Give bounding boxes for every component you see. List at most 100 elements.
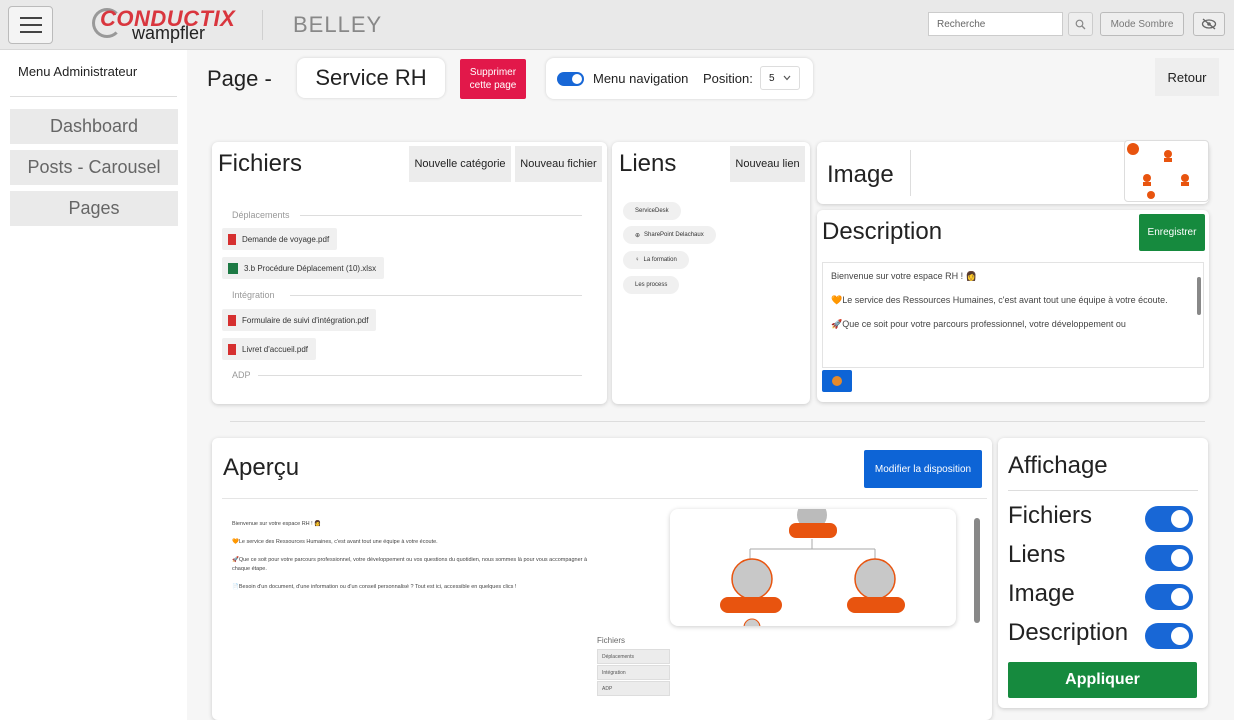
- image-title: Image: [827, 161, 894, 188]
- divider: [1008, 490, 1198, 491]
- position-label: Position:: [703, 71, 753, 86]
- site-name: BELLEY: [293, 12, 383, 37]
- divider: [300, 215, 582, 216]
- section-deplacements: Déplacements: [232, 210, 290, 220]
- preview-paragraph: 🚀Que ce soit pour votre parcours profess…: [232, 557, 588, 572]
- eye-slash-icon: [1201, 18, 1217, 30]
- display-label-image: Image: [1008, 580, 1075, 607]
- display-label-links: Liens: [1008, 541, 1066, 568]
- preview-files-title: Fichiers: [597, 636, 626, 645]
- save-button[interactable]: Enregistrer: [1139, 214, 1205, 251]
- excel-icon: [228, 262, 238, 274]
- modify-layout-button[interactable]: Modifier la disposition: [864, 450, 982, 488]
- page-name[interactable]: Service RH: [297, 58, 445, 98]
- org-chart-image-icon: [720, 500, 905, 636]
- preview-files-row: Intégration: [597, 665, 670, 680]
- delete-label-line2: cette page: [469, 80, 517, 91]
- search-input[interactable]: [928, 12, 1063, 36]
- pdf-icon: [228, 233, 236, 245]
- files-title: Fichiers: [218, 150, 303, 177]
- sidebar-item-posts-carousel[interactable]: Posts - Carousel: [10, 150, 178, 185]
- file-item[interactable]: Formulaire de suivi d'intégration.pdf: [222, 309, 377, 331]
- file-name: 3.b Procédure Déplacement (10).xlsx: [244, 263, 377, 273]
- file-name: Formulaire de suivi d'intégration.pdf: [242, 315, 369, 325]
- divider: [258, 375, 582, 376]
- divider: [222, 498, 987, 499]
- preview-title: Aperçu: [223, 454, 300, 481]
- link-item[interactable]: ServiceDesk: [623, 202, 681, 220]
- delete-label-line1: Supprimer: [469, 67, 517, 78]
- menu-icon[interactable]: [8, 6, 53, 44]
- image-toggle[interactable]: [1145, 584, 1193, 610]
- link-label: ServiceDesk: [635, 208, 669, 214]
- section-adp: ADP: [232, 370, 251, 380]
- section-integration: Intégration: [232, 290, 275, 300]
- description-editor[interactable]: Bienvenue sur votre espace RH ! 👩 🧡Le se…: [822, 262, 1204, 368]
- preview-paragraph: 🧡Le service des Ressources Humaines, c'e…: [232, 539, 438, 545]
- preview-files-row: Déplacements: [597, 649, 670, 664]
- logo[interactable]: CONDUCTIX wampfler: [92, 6, 235, 46]
- divider: [290, 295, 582, 296]
- description-toggle[interactable]: [1145, 623, 1193, 649]
- description-paragraph: Bienvenue sur votre espace RH ! 👩: [831, 271, 977, 281]
- page-label: Page -: [207, 66, 272, 91]
- file-item[interactable]: Demande de voyage.pdf: [222, 228, 338, 250]
- display-label-description: Description: [1008, 619, 1129, 646]
- new-link-button[interactable]: Nouveau lien: [730, 146, 805, 182]
- position-select[interactable]: 5: [760, 66, 800, 90]
- files-toggle[interactable]: [1145, 506, 1193, 532]
- preview-image: [670, 500, 956, 636]
- divider: [10, 96, 177, 97]
- description-paragraph: 🚀Que ce soit pour votre parcours profess…: [831, 319, 1126, 329]
- delete-page-button[interactable]: Supprimer cette page: [460, 59, 526, 99]
- link-label: SharePoint Delachaux: [644, 232, 704, 238]
- sidebar-title: Menu Administrateur: [18, 64, 138, 79]
- scrollbar[interactable]: [1197, 277, 1201, 315]
- preview-files-row: ADP: [597, 681, 670, 696]
- menu-navigation-toggle[interactable]: [557, 72, 584, 86]
- link-item[interactable]: Les process: [623, 276, 680, 294]
- links-toggle[interactable]: [1145, 545, 1193, 571]
- display-title: Affichage: [1008, 452, 1108, 479]
- emoji-button[interactable]: [822, 370, 852, 392]
- new-category-button[interactable]: Nouvelle catégorie: [409, 146, 511, 182]
- preview-paragraph: 📄Besoin d'un document, d'une information…: [232, 584, 517, 590]
- chevron-down-icon: [783, 75, 791, 81]
- new-file-button[interactable]: Nouveau fichier: [515, 146, 602, 182]
- scrollbar[interactable]: [974, 518, 980, 623]
- divider: [230, 421, 1205, 422]
- pdf-icon: [228, 343, 236, 355]
- image-thumbnail[interactable]: [1124, 140, 1209, 202]
- link-item[interactable]: ⊕ SharePoint Delachaux: [623, 226, 716, 244]
- display-label-files: Fichiers: [1008, 502, 1093, 529]
- position-value: 5: [769, 72, 775, 84]
- visibility-button[interactable]: [1193, 12, 1225, 36]
- links-title: Liens: [619, 150, 677, 177]
- divider: [262, 10, 263, 40]
- sidebar-item-pages[interactable]: Pages: [10, 191, 178, 226]
- search-button[interactable]: [1068, 12, 1093, 36]
- divider: [910, 150, 911, 196]
- preview-text: Bienvenue sur votre espace RH ! 👩 🧡Le se…: [232, 520, 602, 601]
- back-button[interactable]: Retour: [1155, 58, 1219, 96]
- file-item[interactable]: 3.b Procédure Déplacement (10).xlsx: [222, 257, 385, 279]
- menu-navigation-label: Menu navigation: [593, 71, 689, 86]
- sidebar-item-dashboard[interactable]: Dashboard: [10, 109, 178, 144]
- link-item[interactable]: ♀ La formation: [623, 251, 689, 269]
- person-icon: ♀: [635, 257, 640, 263]
- sidebar: Menu Administrateur Dashboard Posts - Ca…: [0, 50, 187, 720]
- top-bar: CONDUCTIX wampfler BELLEY Mode Sombre: [0, 0, 1234, 50]
- dark-mode-button[interactable]: Mode Sombre: [1100, 12, 1184, 36]
- description-text: Bienvenue sur votre espace RH ! 👩 🧡Le se…: [831, 269, 1181, 341]
- org-chart-thumbnail-icon: [1127, 143, 1189, 199]
- globe-icon: ⊕: [635, 232, 641, 239]
- file-item[interactable]: Livret d'accueil.pdf: [222, 338, 317, 360]
- description-title: Description: [822, 218, 943, 245]
- preview-files: Fichiers Déplacements Intégration ADP: [597, 636, 670, 697]
- logo-brand-bottom: wampfler: [132, 23, 206, 43]
- description-paragraph: 🧡Le service des Ressources Humaines, c'e…: [831, 295, 1168, 305]
- link-label: La formation: [643, 257, 677, 263]
- link-label: Les process: [635, 282, 668, 288]
- apply-button[interactable]: Appliquer: [1008, 662, 1197, 698]
- emoji-icon: [832, 376, 842, 386]
